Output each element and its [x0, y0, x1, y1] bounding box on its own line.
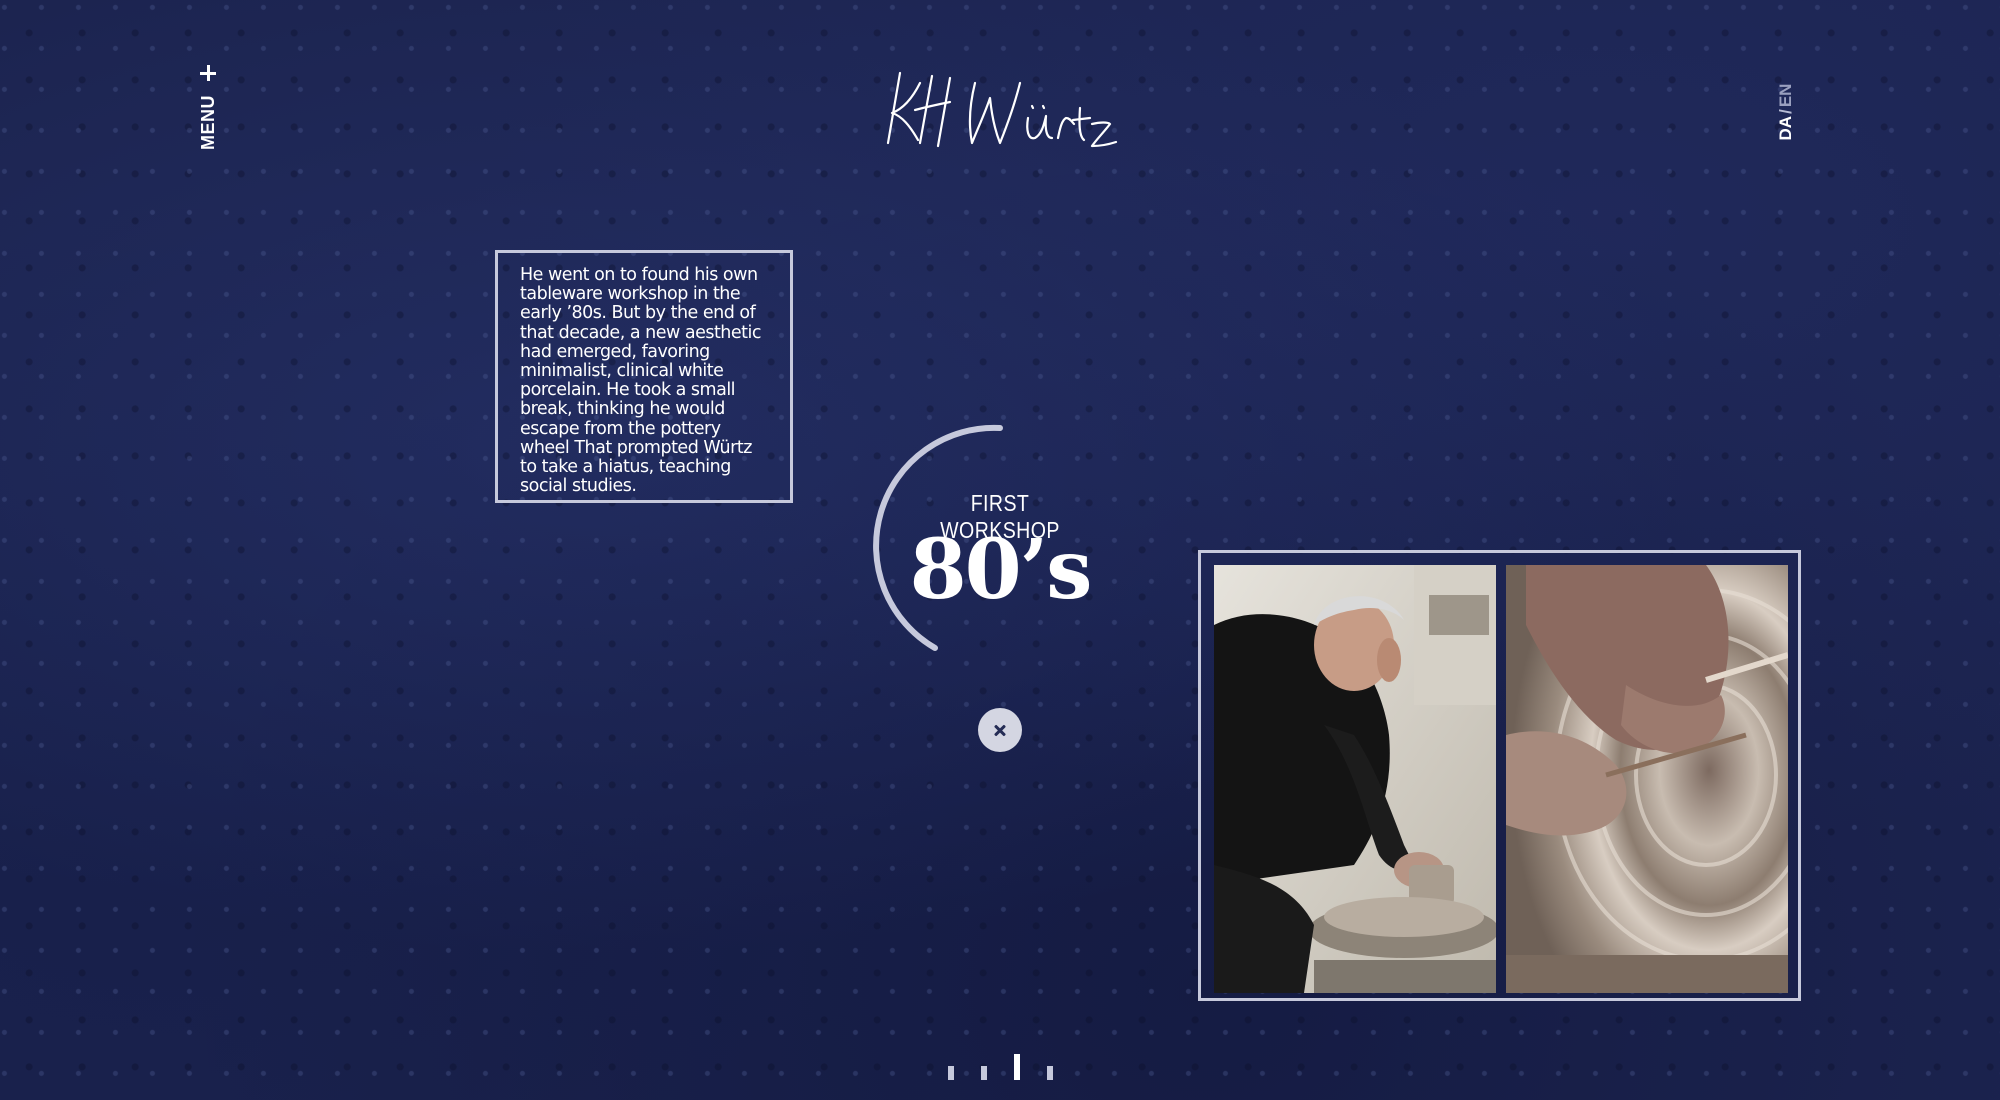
language-separator: /	[1776, 109, 1795, 114]
story-text-box: He went on to found his own tableware wo…	[495, 250, 793, 503]
plus-icon	[199, 64, 217, 82]
signature-logo[interactable]	[880, 58, 1120, 158]
pagination-dot[interactable]	[981, 1066, 987, 1080]
photo-potter-at-wheel	[1214, 565, 1496, 993]
story-text: He went on to found his own tableware wo…	[520, 265, 762, 497]
menu-label: MENU	[198, 95, 218, 150]
language-en[interactable]: EN	[1776, 84, 1795, 108]
pagination-dot[interactable]	[948, 1066, 954, 1080]
pagination-dot-active[interactable]	[1014, 1054, 1020, 1080]
photo-gallery	[1198, 550, 1801, 1001]
signature-logo-icon	[886, 71, 1118, 148]
language-da[interactable]: DA	[1776, 116, 1795, 141]
menu-toggle[interactable]: MENU	[196, 62, 220, 152]
close-button[interactable]	[978, 708, 1022, 752]
pagination-dot[interactable]	[1047, 1066, 1053, 1080]
era-year: 80’s	[909, 522, 1093, 618]
photo-hands-on-wheel	[1506, 565, 1788, 993]
language-switcher[interactable]: DA /EN	[1772, 80, 1800, 144]
slide-pagination	[940, 1050, 1060, 1080]
